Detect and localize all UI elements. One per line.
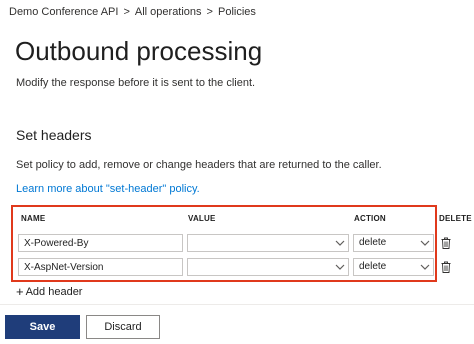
breadcrumb-item-operations[interactable]: All operations (135, 6, 202, 18)
breadcrumb-separator: > (123, 6, 130, 18)
column-header-delete: DELETE (439, 214, 472, 223)
plus-icon: + (16, 284, 24, 299)
column-header-action: ACTION (354, 214, 386, 223)
page-description: Modify the response before it is sent to… (16, 77, 256, 89)
chevron-down-icon (420, 264, 430, 270)
column-header-name: NAME (21, 214, 46, 223)
discard-button[interactable]: Discard (86, 315, 160, 339)
breadcrumb-item-policies: Policies (217, 6, 256, 18)
column-header-value: VALUE (188, 214, 216, 223)
section-title-set-headers: Set headers (16, 127, 92, 143)
chevron-down-icon (335, 264, 345, 270)
section-description: Set policy to add, remove or change head… (16, 159, 382, 171)
footer-divider (0, 304, 474, 305)
header-value-dropdown[interactable] (187, 258, 349, 276)
trash-icon[interactable] (441, 261, 451, 273)
add-header-button[interactable]: + Add header (16, 283, 83, 299)
breadcrumb-item-api[interactable]: Demo Conference API (9, 6, 118, 18)
header-value-dropdown[interactable] (187, 234, 349, 252)
breadcrumb: Demo Conference API > All operations > Polic… (9, 6, 256, 18)
header-name-input[interactable] (18, 258, 183, 276)
trash-icon[interactable] (441, 237, 451, 249)
chevron-down-icon (335, 240, 345, 246)
chevron-down-icon (420, 240, 430, 246)
header-action-dropdown[interactable]: delete (353, 258, 434, 276)
page-title: Outbound processing (15, 36, 263, 66)
header-action-value: delete (359, 237, 387, 248)
learn-more-link[interactable]: Learn more about "set-header" policy. (16, 183, 200, 195)
add-header-label: Add header (25, 286, 83, 298)
header-action-value: delete (359, 261, 387, 272)
breadcrumb-separator: > (206, 6, 213, 18)
save-button[interactable]: Save (5, 315, 80, 339)
header-name-input[interactable] (18, 234, 183, 252)
header-action-dropdown[interactable]: delete (353, 234, 434, 252)
